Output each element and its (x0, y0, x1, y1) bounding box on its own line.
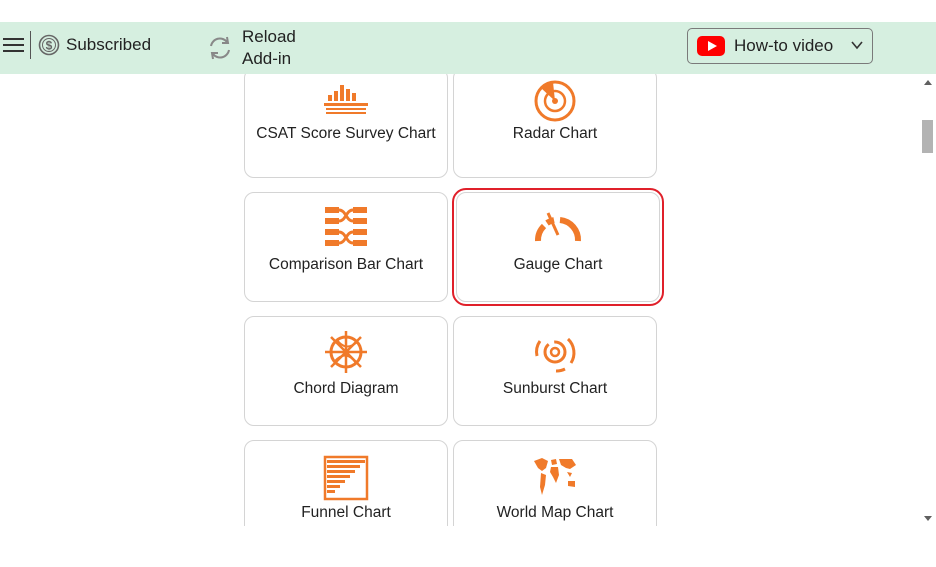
reload-addin-label: Reload Add-in (242, 27, 296, 68)
toolbar: $ Subscribed Reload Add-in How-to video (0, 22, 936, 74)
subscription-status[interactable]: $ Subscribed (38, 33, 151, 57)
howto-video-dropdown[interactable]: How-to video (687, 28, 873, 64)
svg-text:$: $ (46, 39, 53, 53)
toolbar-divider (30, 31, 31, 59)
world-map-chart-icon (454, 455, 656, 505)
chart-card-label: Radar Chart (512, 125, 598, 142)
hamburger-menu-icon[interactable] (3, 36, 25, 54)
youtube-icon (697, 36, 725, 56)
chevron-down-icon (851, 41, 863, 50)
funnel-chart-icon (245, 455, 447, 505)
comparison-bar-chart-icon (245, 205, 447, 255)
scrollbar-thumb[interactable] (922, 120, 933, 153)
chart-card-label: Comparison Bar Chart (268, 256, 424, 273)
scroll-down-arrow-icon[interactable] (924, 516, 932, 521)
chart-card-world-map[interactable]: World Map Chart (453, 440, 657, 526)
chart-gallery: CSAT Score Survey Chart Radar Chart Comp… (0, 74, 920, 526)
chart-card-label: Gauge Chart (513, 256, 603, 273)
chart-card-funnel[interactable]: Funnel Chart (244, 440, 448, 526)
chart-card-label: World Map Chart (496, 504, 614, 521)
chart-card-label: CSAT Score Survey Chart (256, 125, 436, 142)
chart-card-sunburst[interactable]: Sunburst Chart (453, 316, 657, 426)
chart-card-chord[interactable]: Chord Diagram (244, 316, 448, 426)
subscription-label: Subscribed (66, 35, 152, 54)
radar-chart-icon (454, 77, 656, 127)
dollar-circle-icon: $ (38, 34, 60, 56)
chart-card-gauge[interactable]: Gauge Chart (452, 188, 664, 306)
vertical-scrollbar[interactable] (920, 74, 936, 526)
scroll-up-arrow-icon[interactable] (924, 80, 932, 85)
chart-card-radar[interactable]: Radar Chart (453, 74, 657, 178)
chart-card-label: Sunburst Chart (502, 380, 608, 397)
refresh-icon (210, 36, 230, 60)
chart-card-csat[interactable]: CSAT Score Survey Chart (244, 74, 448, 178)
howto-video-label: How-to video (734, 36, 834, 55)
chart-card-comparison-bar[interactable]: Comparison Bar Chart (244, 192, 448, 302)
sunburst-chart-icon (454, 331, 656, 381)
chart-card-label: Funnel Chart (301, 504, 391, 521)
chord-diagram-icon (245, 329, 447, 379)
chart-card-label: Chord Diagram (293, 380, 399, 397)
reload-addin-button[interactable]: Reload Add-in (206, 25, 302, 71)
